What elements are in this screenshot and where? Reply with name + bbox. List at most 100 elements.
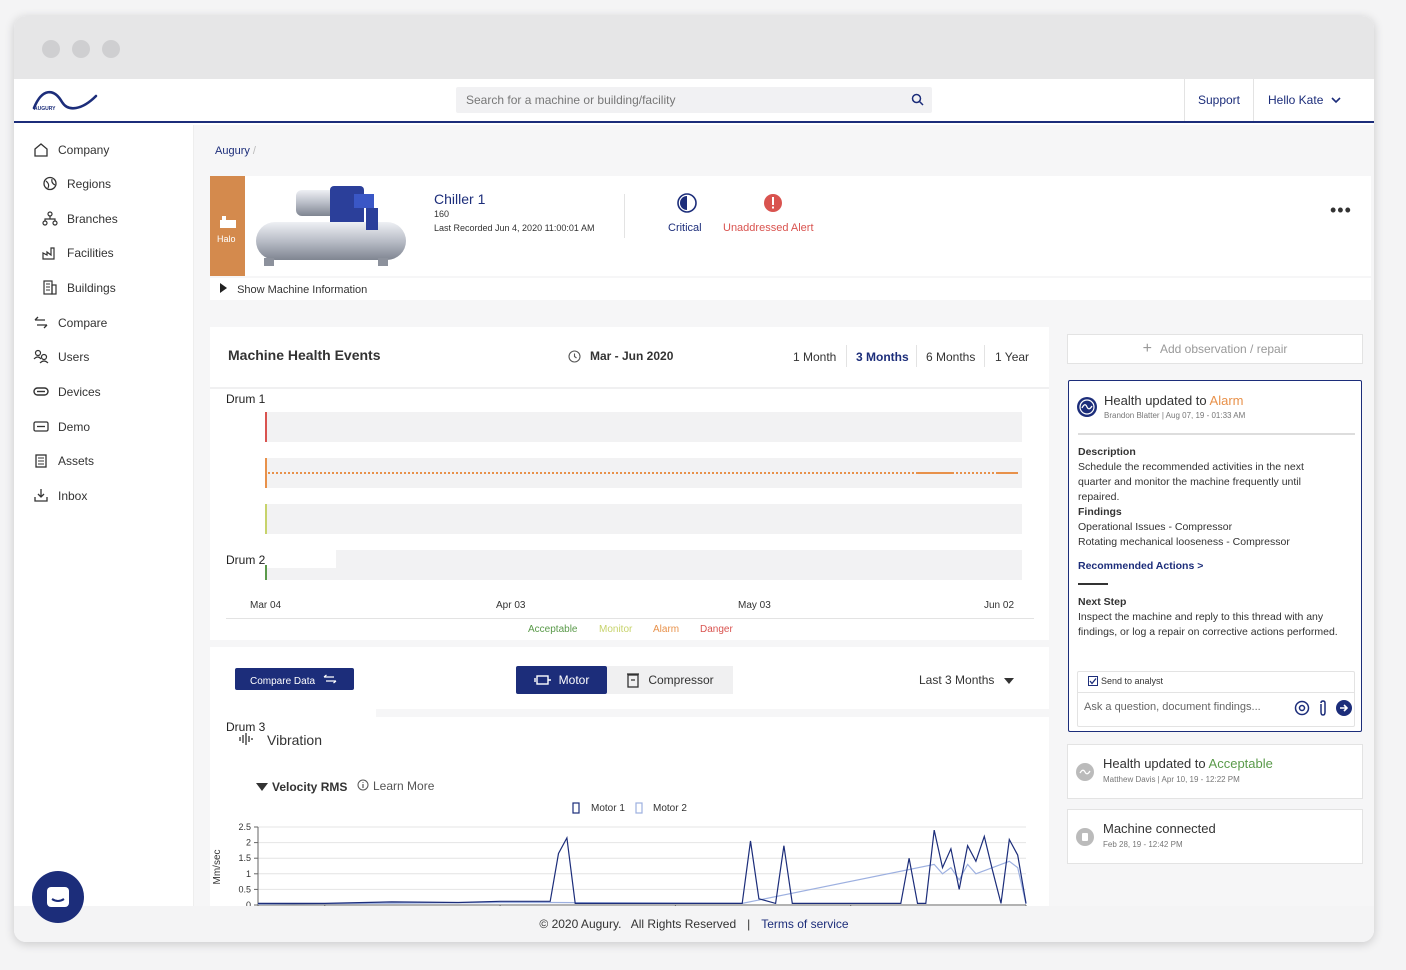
legend-motor-2: Motor 2 (653, 803, 687, 814)
compressor-component-button[interactable]: Compressor (607, 666, 733, 694)
chat-launcher-button[interactable] (32, 871, 84, 923)
metric-selector[interactable]: Velocity RMS (272, 780, 347, 794)
reply-input[interactable]: Ask a question, document findings... (1084, 701, 1261, 713)
compare-arrows-icon (34, 316, 48, 329)
sidebar-item-compare[interactable]: Compare (33, 315, 107, 330)
tab-divider (984, 345, 985, 367)
window-minimize-dot[interactable] (72, 40, 90, 58)
compare-data-label: Compare Data (250, 676, 316, 687)
legend-acceptable: Acceptable (528, 624, 578, 635)
sidebar-item-label: Users (58, 349, 90, 364)
globe-icon (43, 176, 57, 191)
mention-icon[interactable] (1294, 700, 1310, 716)
learn-more-link[interactable]: Learn More (373, 779, 434, 793)
search-input[interactable]: Search for a machine or building/facilit… (456, 87, 932, 113)
sidebar-item-label: Inbox (58, 488, 88, 503)
caret-down-icon[interactable] (256, 783, 268, 791)
connection-icon (1076, 828, 1094, 846)
chevron-down-icon (1331, 97, 1341, 104)
show-machine-info-toggle[interactable]: Show Machine Information (210, 278, 1371, 300)
sidebar-item-label: Company (58, 142, 110, 157)
tab-3-months[interactable]: 3 Months (856, 350, 909, 364)
findings-title: Findings (1078, 506, 1122, 518)
send-to-analyst-checkbox[interactable]: Send to analyst (1088, 676, 1163, 686)
augury-logo[interactable]: AUGURY (32, 86, 102, 119)
danger-lane (265, 412, 1022, 442)
unaddressed-alert-label[interactable]: Unaddressed Alert (723, 222, 814, 234)
sidebar-item-label: Devices (58, 384, 101, 399)
sidebar-item-label: Compare (58, 315, 108, 330)
footer-separator: | (747, 917, 751, 931)
alarm-update-byline: Brandon Blatter | Aug 07, 19 - 01:33 AM (1104, 411, 1246, 420)
y-tick-label: 2 (246, 838, 251, 848)
acceptable-lane (210, 550, 1022, 580)
sensor-data-card: Compare Data Motor Compressor Last 3 Mon… (210, 647, 1049, 922)
next-step-title: Next Step (1078, 596, 1127, 608)
acceptable-status: Acceptable (1208, 756, 1273, 771)
sidebar-item-branches[interactable]: Branches (42, 211, 118, 226)
breadcrumb-root[interactable]: Augury (215, 145, 250, 157)
finding-item: Rotating mechanical looseness - Compress… (1078, 536, 1290, 548)
sidebar-item-devices[interactable]: Devices (33, 384, 101, 399)
window-zoom-dot[interactable] (102, 40, 120, 58)
reply-box: Send to analyst Ask a question, document… (1077, 671, 1355, 727)
support-link[interactable]: Support (1184, 79, 1254, 121)
events-title: Machine Health Events (228, 347, 381, 363)
sidebar-item-facilities[interactable]: Facilities (42, 245, 114, 260)
tab-1-month[interactable]: 1 Month (793, 350, 836, 364)
critical-status-icon (677, 193, 697, 213)
sidebar-item-buildings[interactable]: Buildings (42, 280, 116, 295)
compressor-label: Compressor (648, 673, 714, 687)
footer: © 2020 Augury. All Rights Reserved | Ter… (14, 906, 1374, 942)
vibration-title: Vibration (267, 732, 323, 748)
alarm-segment (916, 472, 952, 474)
machine-connected-byline: Feb 28, 19 - 12:42 PM (1103, 840, 1183, 849)
y-tick-label: 0.5 (238, 884, 251, 894)
add-observation-label: Add observation / repair (1159, 342, 1288, 356)
alarm-marker (265, 458, 267, 488)
user-menu[interactable]: Hello Kate (1268, 93, 1341, 107)
machine-name[interactable]: Chiller 1 (434, 191, 485, 207)
period-dropdown[interactable]: Last 3 Months (919, 673, 1014, 687)
sidebar-item-company[interactable]: Company (33, 142, 109, 157)
halo-device-icon (220, 216, 236, 228)
attachment-icon[interactable] (1318, 700, 1328, 716)
compare-data-button[interactable]: Compare Data (235, 668, 354, 690)
checkbox-checked-icon (1088, 676, 1098, 686)
monitor-lane (265, 504, 1022, 534)
search-icon[interactable] (911, 93, 924, 106)
motor-component-button[interactable]: Motor (516, 666, 607, 694)
sidebar-item-users[interactable]: Users (33, 349, 89, 364)
tab-6-months[interactable]: 6 Months (926, 350, 975, 364)
sidebar-item-assets[interactable]: Assets (33, 453, 94, 468)
augury-avatar-icon (1077, 397, 1097, 417)
send-icon[interactable] (1336, 700, 1352, 716)
sidebar: Company Regions Branches Facilities Buil… (14, 125, 194, 915)
alarm-timeline (268, 472, 1018, 474)
add-observation-button[interactable]: + Add observation / repair (1067, 334, 1363, 364)
finding-item: Operational Issues - Compressor (1078, 521, 1233, 533)
card-divider (1078, 433, 1355, 435)
alarm-update-prefix: Health updated to (1104, 393, 1207, 408)
y-tick-label: 2.5 (238, 822, 251, 832)
description-title: Description (1078, 446, 1136, 458)
recommended-actions-link[interactable]: Recommended Actions > (1078, 559, 1358, 574)
acceptable-update-title: Health updated to Acceptable (1103, 756, 1273, 771)
terms-of-service-link[interactable]: Terms of service (761, 917, 848, 931)
sidebar-item-label: Assets (58, 453, 95, 468)
building-icon (43, 280, 57, 295)
description-text: Schedule the recommended activities in t… (1078, 461, 1304, 503)
drum-2-label: Drum 2 (226, 553, 266, 567)
motor-label: Motor (558, 673, 590, 687)
sidebar-item-inbox[interactable]: Inbox (33, 488, 87, 503)
tab-1-year[interactable]: 1 Year (995, 350, 1029, 364)
sidebar-item-demo[interactable]: Demo (33, 419, 90, 434)
compressor-icon (627, 673, 640, 688)
show-machine-info-label: Show Machine Information (237, 284, 368, 296)
legend-danger: Danger (700, 624, 733, 635)
more-options-button[interactable]: ••• (1330, 200, 1352, 221)
window-close-dot[interactable] (42, 40, 60, 58)
sidebar-item-regions[interactable]: Regions (42, 176, 111, 191)
user-greeting: Hello Kate (1268, 93, 1324, 107)
date-range[interactable]: Mar - Jun 2020 (590, 349, 673, 363)
